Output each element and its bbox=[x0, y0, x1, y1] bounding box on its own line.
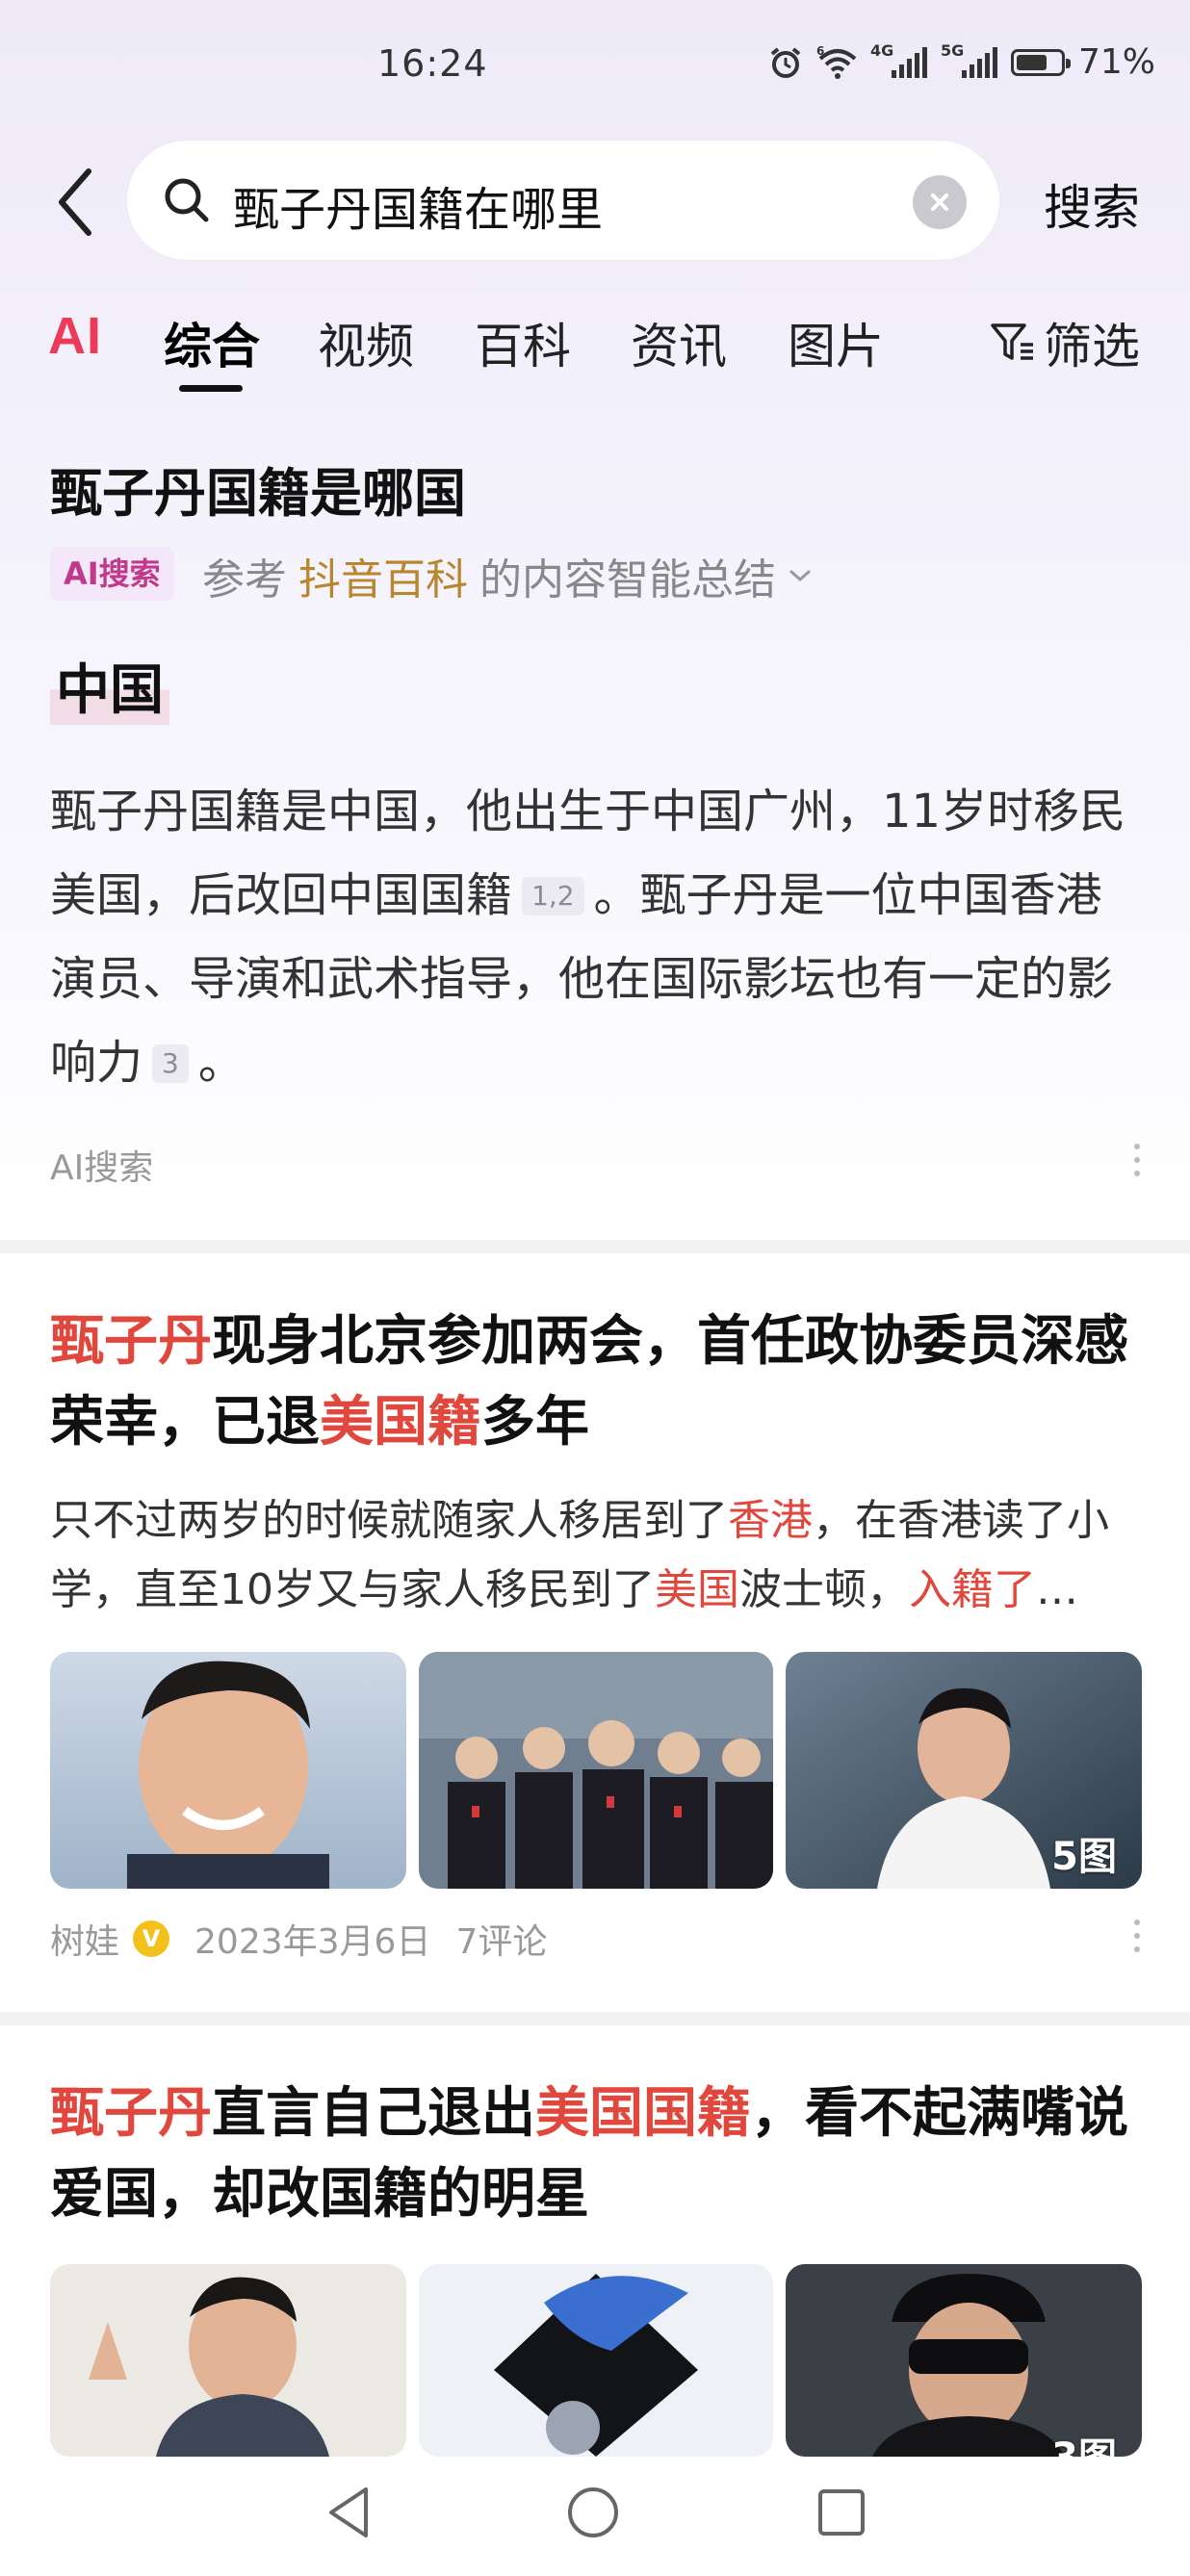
ai-answer-paragraph: 甄子丹国籍是中国，他出生于中国广州，11岁时移民美国，后改回中国国籍 1,2 。甄子… bbox=[50, 770, 1148, 1105]
alarm-icon bbox=[770, 46, 801, 78]
highlight-keyword: 美国国籍 bbox=[535, 2082, 751, 2145]
more-options-icon[interactable] bbox=[1132, 1144, 1142, 1184]
ref-prefix: 参考 bbox=[202, 555, 287, 605]
battery-icon bbox=[1010, 48, 1071, 76]
article-image-1[interactable] bbox=[50, 1652, 406, 1889]
wifi-label: 6 bbox=[816, 45, 824, 58]
article-comments[interactable]: 7评论 bbox=[455, 1914, 547, 1964]
chevron-down-icon[interactable] bbox=[784, 561, 816, 590]
search-query[interactable]: 甄子丹国籍在哪里 bbox=[233, 171, 603, 239]
nav-back-icon[interactable] bbox=[323, 2484, 374, 2541]
nav-recents-icon[interactable] bbox=[815, 2486, 868, 2539]
ref-suffix: 的内容智能总结 bbox=[479, 555, 776, 605]
article-image-5[interactable] bbox=[419, 2264, 773, 2457]
search-icon bbox=[165, 178, 209, 222]
system-nav-bar bbox=[0, 2457, 1190, 2576]
ref-source[interactable]: 抖音百科 bbox=[298, 545, 468, 606]
highlight-keyword: 甄子丹 bbox=[50, 2082, 212, 2145]
highlight-keyword: 美国 bbox=[655, 1565, 739, 1614]
ai-question-title[interactable]: 甄子丹国籍是哪国 bbox=[50, 451, 466, 527]
text-segment: 直言自己退出 bbox=[212, 2082, 535, 2145]
tab-ai[interactable]: AI bbox=[48, 306, 102, 366]
battery-percent: 71% bbox=[1077, 42, 1155, 82]
highlight-keyword: 入籍了 bbox=[909, 1565, 1036, 1614]
text-segment: 只不过两岁的时候就随家人移居到了 bbox=[50, 1496, 728, 1545]
more-options-icon[interactable] bbox=[1132, 1919, 1142, 1960]
answer-text-3: 。 bbox=[197, 1036, 245, 1090]
ai-search-badge: AI搜索 bbox=[50, 547, 174, 601]
tab-active-indicator bbox=[179, 385, 243, 392]
tab-ai-label: AI bbox=[48, 307, 102, 365]
back-arrow-icon[interactable] bbox=[48, 164, 106, 241]
citation-badge-2[interactable]: 3 bbox=[152, 1044, 189, 1083]
article-title[interactable]: 甄子丹直言自己退出美国国籍，看不起满嘴说爱国，却改国籍的明星 bbox=[50, 2074, 1148, 2235]
highlight-keyword: 美国籍 bbox=[320, 1391, 481, 1454]
text-segment: 现身北京参加两会，首任政协委员深感荣幸，已退 bbox=[50, 1310, 1128, 1454]
clear-icon[interactable] bbox=[913, 175, 967, 229]
section-divider bbox=[0, 2012, 1190, 2025]
citation-badge-1[interactable]: 1,2 bbox=[522, 877, 584, 915]
reference-line[interactable]: 参考 抖音百科 的内容智能总结 bbox=[202, 545, 816, 606]
filter-icon bbox=[991, 323, 1033, 360]
article-snippet[interactable]: 只不过两岁的时候就随家人移居到了香港，在香港读了小学，直至10岁又与家人移民到了… bbox=[50, 1486, 1148, 1625]
tab-images[interactable]: 图片 bbox=[788, 308, 884, 377]
wifi-icon: 6 bbox=[816, 45, 857, 79]
article-meta: 树娃 V 2023年3月6日 7评论 bbox=[50, 1914, 547, 1964]
search-button[interactable]: 搜索 bbox=[1044, 169, 1140, 239]
nav-home-icon[interactable] bbox=[564, 2484, 622, 2541]
highlight-keyword: 甄子丹 bbox=[50, 1310, 212, 1373]
highlight-keyword: 香港 bbox=[728, 1496, 813, 1545]
status-time: 16:24 bbox=[377, 42, 488, 85]
status-icons: 6 4G 5G 71% bbox=[768, 41, 1155, 82]
article-image-2[interactable] bbox=[419, 1652, 773, 1889]
text-segment: … bbox=[1036, 1565, 1078, 1614]
signal-4g-icon: 4G bbox=[870, 41, 927, 78]
text-segment: 波士顿， bbox=[739, 1565, 909, 1614]
signal-5g-icon: 5G bbox=[941, 41, 997, 78]
article-author[interactable]: 树娃 bbox=[50, 1914, 119, 1964]
signal-5g-label: 5G bbox=[940, 40, 965, 60]
article-image-4[interactable] bbox=[50, 2264, 406, 2457]
ai-answer-highlight: 中国 bbox=[50, 647, 169, 725]
text-segment: 多年 bbox=[481, 1391, 589, 1454]
tab-comprehensive[interactable]: 综合 bbox=[164, 308, 260, 377]
section-divider bbox=[0, 1240, 1190, 1253]
tab-video[interactable]: 视频 bbox=[318, 308, 414, 377]
tab-news[interactable]: 资讯 bbox=[631, 308, 727, 377]
filter-button[interactable]: 筛选 bbox=[990, 308, 1140, 377]
ai-footer-label: AI搜索 bbox=[50, 1148, 154, 1188]
battery-level bbox=[1016, 54, 1047, 70]
verified-icon: V bbox=[133, 1920, 170, 1957]
article-title[interactable]: 甄子丹现身北京参加两会，首任政协委员深感荣幸，已退美国籍多年 bbox=[50, 1301, 1148, 1463]
tab-baike[interactable]: 百科 bbox=[475, 308, 571, 377]
filter-label: 筛选 bbox=[1044, 319, 1140, 374]
article-date: 2023年3月6日 bbox=[194, 1922, 431, 1962]
signal-4g-label: 4G bbox=[869, 40, 894, 60]
